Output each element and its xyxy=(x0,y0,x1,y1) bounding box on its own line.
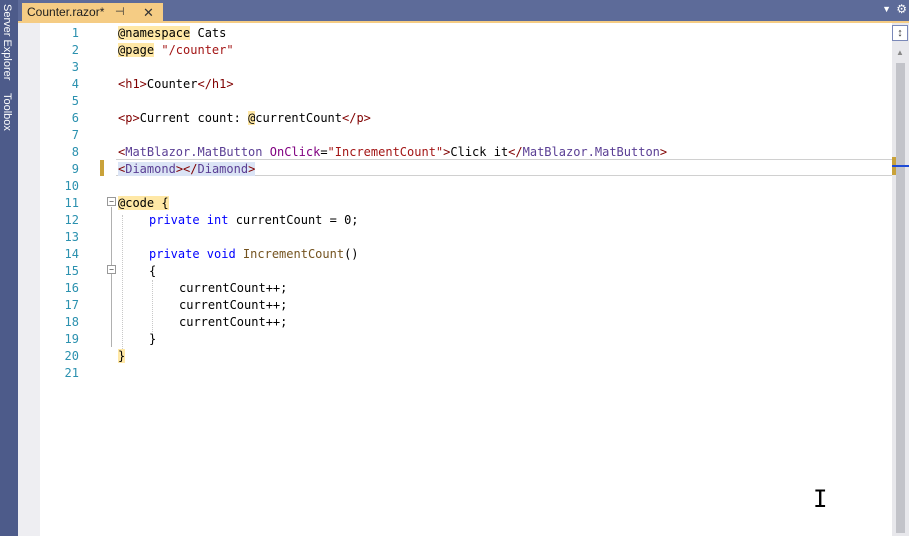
code-line: 12 private int currentCount = 0; xyxy=(18,212,892,229)
line-number: 18 xyxy=(64,315,79,329)
text-cursor-icon: I xyxy=(813,485,828,513)
line-number: 12 xyxy=(64,213,79,227)
code-line: 16 currentCount++; xyxy=(18,280,892,297)
caret-position-marker xyxy=(892,165,909,167)
code-line: 4 <h1>Counter</h1> xyxy=(18,76,892,93)
razor-directive: @code xyxy=(118,196,155,210)
line-number: 10 xyxy=(64,179,79,193)
code-line: 10 xyxy=(18,178,892,195)
code-line-current: 9 <Diamond></Diamond> xyxy=(18,161,892,178)
line-number: 8 xyxy=(71,145,79,159)
line-number: 20 xyxy=(64,349,79,363)
close-icon[interactable]: ✕ xyxy=(143,3,154,22)
code-line: 3 xyxy=(18,59,892,76)
line-number: 7 xyxy=(71,128,79,142)
line-number: 21 xyxy=(64,366,79,380)
line-number: 3 xyxy=(71,60,79,74)
code-line: 5 xyxy=(18,93,892,110)
razor-directive: @namespace xyxy=(118,26,191,40)
line-number: 13 xyxy=(64,230,79,244)
line-number: 16 xyxy=(64,281,79,295)
code-line: 21 xyxy=(18,365,892,382)
document-tab-bar: Counter.razor* ⊣ ✕ xyxy=(18,0,909,22)
line-number: 9 xyxy=(71,162,79,176)
line-number: 11 xyxy=(64,196,79,210)
code-line: 15 { xyxy=(18,263,892,280)
code-line: 2 @page "/counter" xyxy=(18,42,892,59)
tab-title: Counter.razor* xyxy=(27,5,105,19)
code-line: 14 private void IncrementCount() xyxy=(18,246,892,263)
vertical-scrollbar[interactable]: ↕ ▲ xyxy=(892,23,909,536)
line-number: 4 xyxy=(71,77,79,91)
tab-dropdown-icon[interactable]: ▼ xyxy=(882,4,891,14)
server-explorer-tab[interactable]: Server Explorer xyxy=(1,4,13,80)
code-line: 19 } xyxy=(18,331,892,348)
gear-icon[interactable]: ⚙ xyxy=(896,2,907,16)
line-number: 19 xyxy=(64,332,79,346)
pin-icon[interactable]: ⊣ xyxy=(115,3,125,22)
line-number: 5 xyxy=(71,94,79,108)
code-line: 8 <MatBlazor.MatButton OnClick="Incremen… xyxy=(18,144,892,161)
code-line: 11 @code { xyxy=(18,195,892,212)
side-tool-strip: Server Explorer Toolbox xyxy=(0,0,18,536)
split-view-icon[interactable]: ↕ xyxy=(892,25,908,41)
razor-directive: @page xyxy=(118,43,155,57)
code-line: 18 currentCount++; xyxy=(18,314,892,331)
line-number: 17 xyxy=(64,298,79,312)
line-number: 14 xyxy=(64,247,79,261)
line-number: 6 xyxy=(71,111,79,125)
code-editor[interactable]: − − 1 @namespace Cats 2 @page "/counter"… xyxy=(18,23,892,536)
scroll-up-icon[interactable]: ▲ xyxy=(896,48,904,57)
line-number: 2 xyxy=(71,43,79,57)
line-number: 1 xyxy=(71,26,79,40)
tab-counter-razor[interactable]: Counter.razor* ⊣ ✕ xyxy=(22,3,163,22)
toolbox-tab[interactable]: Toolbox xyxy=(1,93,13,131)
code-line: 13 xyxy=(18,229,892,246)
code-line: 1 @namespace Cats xyxy=(18,25,892,42)
code-line: 20 } xyxy=(18,348,892,365)
code-line: 7 xyxy=(18,127,892,144)
line-number: 15 xyxy=(64,264,79,278)
scroll-thumb[interactable] xyxy=(896,63,905,533)
code-line: 6 <p>Current count: @currentCount</p> xyxy=(18,110,892,127)
code-line: 17 currentCount++; xyxy=(18,297,892,314)
